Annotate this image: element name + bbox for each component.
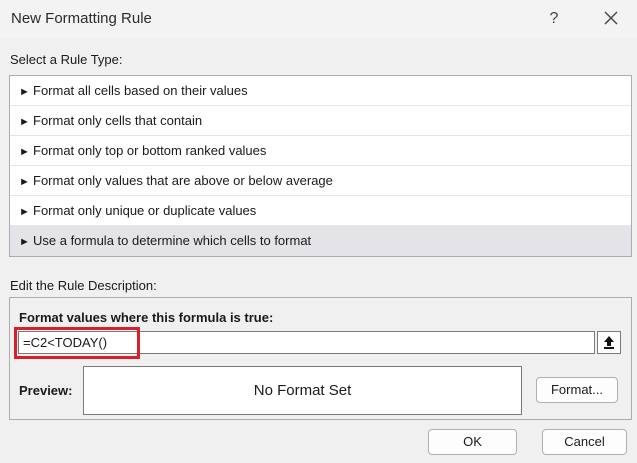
close-button[interactable] (597, 6, 625, 32)
title-bar: New Formatting Rule ? (0, 0, 637, 38)
rule-type-item[interactable]: ► Format all cells based on their values (10, 76, 631, 106)
rule-description-panel: Format values where this formula is true… (9, 297, 632, 420)
rule-type-item-label: Format only cells that contain (33, 113, 203, 128)
preview-label: Preview: (19, 383, 73, 398)
edit-rule-description-label: Edit the Rule Description: (10, 278, 157, 293)
rule-type-item-label: Format only top or bottom ranked values (33, 143, 267, 158)
format-button[interactable]: Format... (536, 377, 618, 403)
rule-type-item[interactable]: ► Format only unique or duplicate values (10, 196, 631, 226)
arrow-right-icon: ► (19, 176, 30, 188)
arrow-right-icon: ► (19, 206, 30, 218)
arrow-right-icon: ► (19, 116, 30, 128)
rule-type-list[interactable]: ► Format all cells based on their values … (9, 75, 632, 257)
rule-type-item[interactable]: ► Format only top or bottom ranked values (10, 136, 631, 166)
arrow-right-icon: ► (19, 146, 30, 158)
arrow-right-icon: ► (19, 86, 30, 98)
rule-type-item-label: Format only values that are above or bel… (33, 173, 333, 188)
ok-button[interactable]: OK (428, 429, 517, 455)
help-button[interactable]: ? (540, 6, 568, 32)
preview-box: No Format Set (83, 366, 522, 415)
rule-type-item-label: Use a formula to determine which cells t… (33, 233, 312, 248)
arrow-right-icon: ► (19, 236, 30, 248)
rule-type-item-label: Format only unique or duplicate values (33, 203, 257, 218)
rule-type-item-label: Format all cells based on their values (33, 83, 248, 98)
upload-arrow-icon (604, 336, 614, 349)
formula-heading: Format values where this formula is true… (19, 310, 274, 325)
cancel-button[interactable]: Cancel (542, 429, 627, 455)
formula-highlight-annotation (14, 327, 140, 359)
rule-type-item[interactable]: ► Format only values that are above or be… (10, 166, 631, 196)
rule-type-label: Select a Rule Type: (10, 52, 123, 67)
close-icon (604, 11, 618, 25)
collapse-dialog-button[interactable] (597, 331, 621, 354)
dialog-title: New Formatting Rule (11, 10, 152, 27)
rule-type-item[interactable]: ► Format only cells that contain (10, 106, 631, 136)
rule-type-item-selected[interactable]: ► Use a formula to determine which cells … (10, 226, 631, 256)
